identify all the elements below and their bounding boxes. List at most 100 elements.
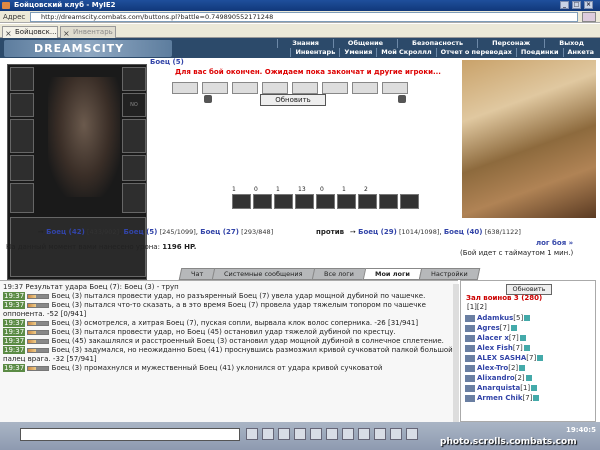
spell-button[interactable] <box>358 194 377 209</box>
earring-slot[interactable] <box>122 67 146 91</box>
player-name[interactable]: Anarquista <box>477 384 520 392</box>
address-input[interactable]: http://dreamscity.combats.com/buttons.pl… <box>30 12 578 22</box>
player-name[interactable]: Alex-Tro <box>477 364 508 372</box>
refresh-icon[interactable] <box>390 428 402 440</box>
exit-icon[interactable] <box>406 428 418 440</box>
shield-slot[interactable] <box>122 119 146 153</box>
scroll-slot[interactable] <box>292 82 318 94</box>
nav-item-chat[interactable]: Общение <box>332 39 397 48</box>
browser-tab-2[interactable]: × Инвентарь <box>60 26 116 38</box>
browser-tab-1[interactable]: × Бойцовск... <box>2 26 58 38</box>
player-name[interactable]: Alex Fish <box>477 344 513 352</box>
info-icon[interactable] <box>531 385 538 391</box>
helmet-slot[interactable] <box>10 67 34 91</box>
fighter-name[interactable]: Боец (29) <box>358 228 397 236</box>
close-icon[interactable]: × <box>584 1 593 9</box>
nav-item-battles[interactable]: Поединки <box>515 48 563 57</box>
player-row[interactable]: Alacer x[7] <box>465 333 543 343</box>
belt-slot[interactable] <box>10 183 34 213</box>
scroll-slot[interactable] <box>202 82 228 94</box>
player-name[interactable]: Agres <box>477 324 500 332</box>
fighter-name[interactable]: Боец (27) <box>200 228 239 236</box>
nav-item-exit[interactable]: Выход <box>544 39 598 48</box>
tab-system-messages[interactable]: Системные сообщения <box>211 268 316 280</box>
nav-item-profile[interactable]: Анкета <box>562 48 599 57</box>
fighter-name[interactable]: Боец (5) <box>124 228 158 236</box>
color-icon[interactable] <box>358 428 370 440</box>
player-row[interactable]: Alex Fish[7] <box>465 343 543 353</box>
player-label[interactable]: Боец (5) <box>150 58 184 66</box>
spell-button[interactable] <box>253 194 272 209</box>
boots-slot[interactable] <box>122 183 146 213</box>
chat-input[interactable] <box>20 428 240 441</box>
info-icon[interactable] <box>510 325 517 331</box>
tab-my-logs[interactable]: Мои логи <box>362 268 422 280</box>
spell-button[interactable] <box>295 194 314 209</box>
scroll-slot[interactable] <box>322 82 348 94</box>
info-icon[interactable] <box>533 395 540 401</box>
nav-item-transfers[interactable]: Отчет о переводах <box>435 48 516 57</box>
tab-all-logs[interactable]: Все логи <box>311 268 366 280</box>
translit-icon[interactable] <box>326 428 338 440</box>
send-icon[interactable] <box>246 428 258 440</box>
player-row[interactable]: ALEX SASHA[7] <box>465 353 544 363</box>
fighter-name[interactable]: Боец (42) <box>46 228 85 236</box>
minimize-icon[interactable]: _ <box>560 1 569 9</box>
pagination[interactable]: [1][2] <box>467 303 487 311</box>
gloves-slot[interactable] <box>10 155 34 181</box>
info-icon[interactable] <box>537 355 544 361</box>
maximize-icon[interactable]: □ <box>572 1 581 9</box>
nav-item-security[interactable]: Безопасность <box>397 39 477 48</box>
nav-item-character[interactable]: Персонаж <box>477 39 544 48</box>
player-row[interactable]: Alex-Tro[2] <box>465 363 543 373</box>
player-row[interactable]: Agres[7] <box>465 323 543 333</box>
battle-log-link[interactable]: лог боя » <box>536 239 573 247</box>
info-icon[interactable] <box>519 365 526 371</box>
nav-item-my-scroll[interactable]: Мой Скроллл <box>376 48 435 57</box>
chat-line: 19:37 Боец (3) промахнулся и мужественны… <box>3 364 455 373</box>
ring-slot[interactable] <box>122 155 146 181</box>
tab-settings[interactable]: Настройки <box>418 268 480 280</box>
info-icon[interactable] <box>523 345 530 351</box>
player-name[interactable]: Armen Chik <box>477 394 523 402</box>
spell-button[interactable] <box>316 194 335 209</box>
settings-icon[interactable] <box>374 428 386 440</box>
info-icon[interactable] <box>525 375 532 381</box>
player-row[interactable]: Armen Chik[7] <box>465 393 543 403</box>
fighter-name[interactable]: Боец (40) <box>444 228 483 236</box>
nav-item-inventory[interactable]: Инвентарь <box>290 48 339 57</box>
spell-button[interactable] <box>400 194 419 209</box>
player-name[interactable]: ALEX SASHA <box>477 354 526 362</box>
tab-chat[interactable]: Чат <box>178 268 216 280</box>
nav-item-knowledge[interactable]: Знания <box>277 39 333 48</box>
smile-icon[interactable] <box>278 428 290 440</box>
hp-bar <box>27 338 50 344</box>
player-row[interactable]: Adamkus[5] <box>465 313 543 323</box>
go-button[interactable] <box>582 12 596 22</box>
player-name[interactable]: Adamkus <box>477 314 513 322</box>
clear-icon[interactable] <box>262 428 274 440</box>
player-row[interactable]: Anarquista[1] <box>465 383 543 393</box>
scroll-slot[interactable] <box>352 82 378 94</box>
scroll-lock-icon[interactable] <box>342 428 354 440</box>
scroll-slot[interactable] <box>262 82 288 94</box>
scroll-slot[interactable] <box>232 82 258 94</box>
spell-button[interactable] <box>337 194 356 209</box>
filter-icon[interactable] <box>294 428 306 440</box>
player-name[interactable]: Alacer x <box>477 334 509 342</box>
chat-scrollbar[interactable] <box>453 284 459 422</box>
scroll-slot[interactable] <box>172 82 198 94</box>
spell-button[interactable] <box>379 194 398 209</box>
info-icon[interactable] <box>519 335 526 341</box>
refresh-button[interactable]: Обновить <box>260 94 326 106</box>
sound-icon[interactable] <box>310 428 322 440</box>
player-name[interactable]: Alixandro <box>477 374 515 382</box>
info-icon[interactable] <box>524 315 531 321</box>
weapon-slot[interactable] <box>10 119 34 153</box>
spell-button[interactable] <box>232 194 251 209</box>
spell-button[interactable] <box>274 194 293 209</box>
scroll-slot[interactable] <box>382 82 408 94</box>
player-row[interactable]: Alixandro[2] <box>465 373 543 383</box>
armor-slot[interactable] <box>10 93 34 117</box>
nav-item-skills[interactable]: Умения <box>339 48 376 57</box>
